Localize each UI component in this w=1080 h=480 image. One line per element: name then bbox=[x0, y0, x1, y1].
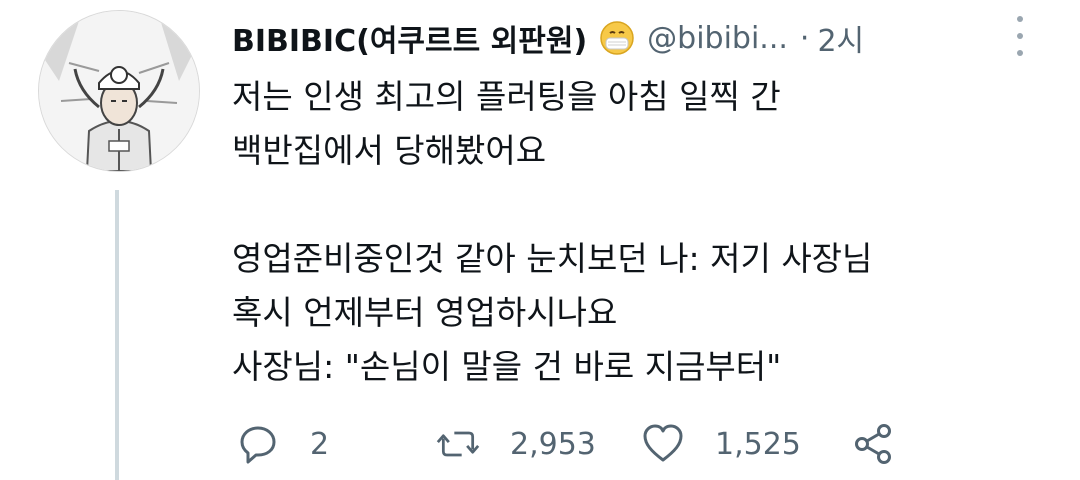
share-icon bbox=[851, 422, 895, 466]
tweet-action-bar: 2 2,953 1,525 bbox=[236, 416, 895, 472]
retweet-count: 2,953 bbox=[510, 426, 596, 462]
author-display-name[interactable]: BIBIBIC(여쿠르트 외판원) bbox=[232, 16, 587, 60]
reply-count: 2 bbox=[310, 426, 330, 462]
tweet-text: 저는 인생 최고의 플러팅을 아침 일찍 간 백반집에서 당해봤어요 영업준비중… bbox=[232, 70, 1052, 394]
like-button[interactable]: 1,525 bbox=[641, 422, 851, 466]
tweet-header: BIBIBIC(여쿠르트 외판원) @bibibi... · 2시 bbox=[232, 14, 864, 62]
author-avatar[interactable] bbox=[38, 10, 200, 172]
masked-face-emoji-icon bbox=[599, 20, 635, 56]
thread-connector-line bbox=[115, 190, 119, 480]
tweet-line: 혹시 언제부터 영업하시나요 bbox=[232, 293, 618, 332]
like-count: 1,525 bbox=[715, 426, 801, 462]
avatar-illustration bbox=[39, 11, 199, 171]
tweet-line: 백반집에서 당해봤어요 bbox=[232, 131, 547, 170]
separator-dot: · bbox=[799, 20, 810, 56]
reply-icon bbox=[236, 422, 280, 466]
retweet-button[interactable]: 2,953 bbox=[436, 422, 641, 466]
share-button[interactable] bbox=[851, 422, 895, 466]
heart-icon bbox=[641, 422, 685, 466]
tweet-line: 사장님: "손님이 말을 건 바로 지금부터" bbox=[232, 347, 782, 386]
tweet-line: 저는 인생 최고의 플러팅을 아침 일찍 간 bbox=[232, 77, 781, 116]
reply-button[interactable]: 2 bbox=[236, 422, 436, 466]
tweet-timestamp[interactable]: 2시 bbox=[817, 16, 864, 60]
retweet-icon bbox=[436, 422, 480, 466]
more-options-icon[interactable] bbox=[1010, 16, 1030, 56]
author-handle[interactable]: @bibibi... bbox=[647, 21, 788, 56]
tweet-line: 영업준비중인것 같아 눈치보던 나: 저기 사장님 bbox=[232, 239, 873, 278]
